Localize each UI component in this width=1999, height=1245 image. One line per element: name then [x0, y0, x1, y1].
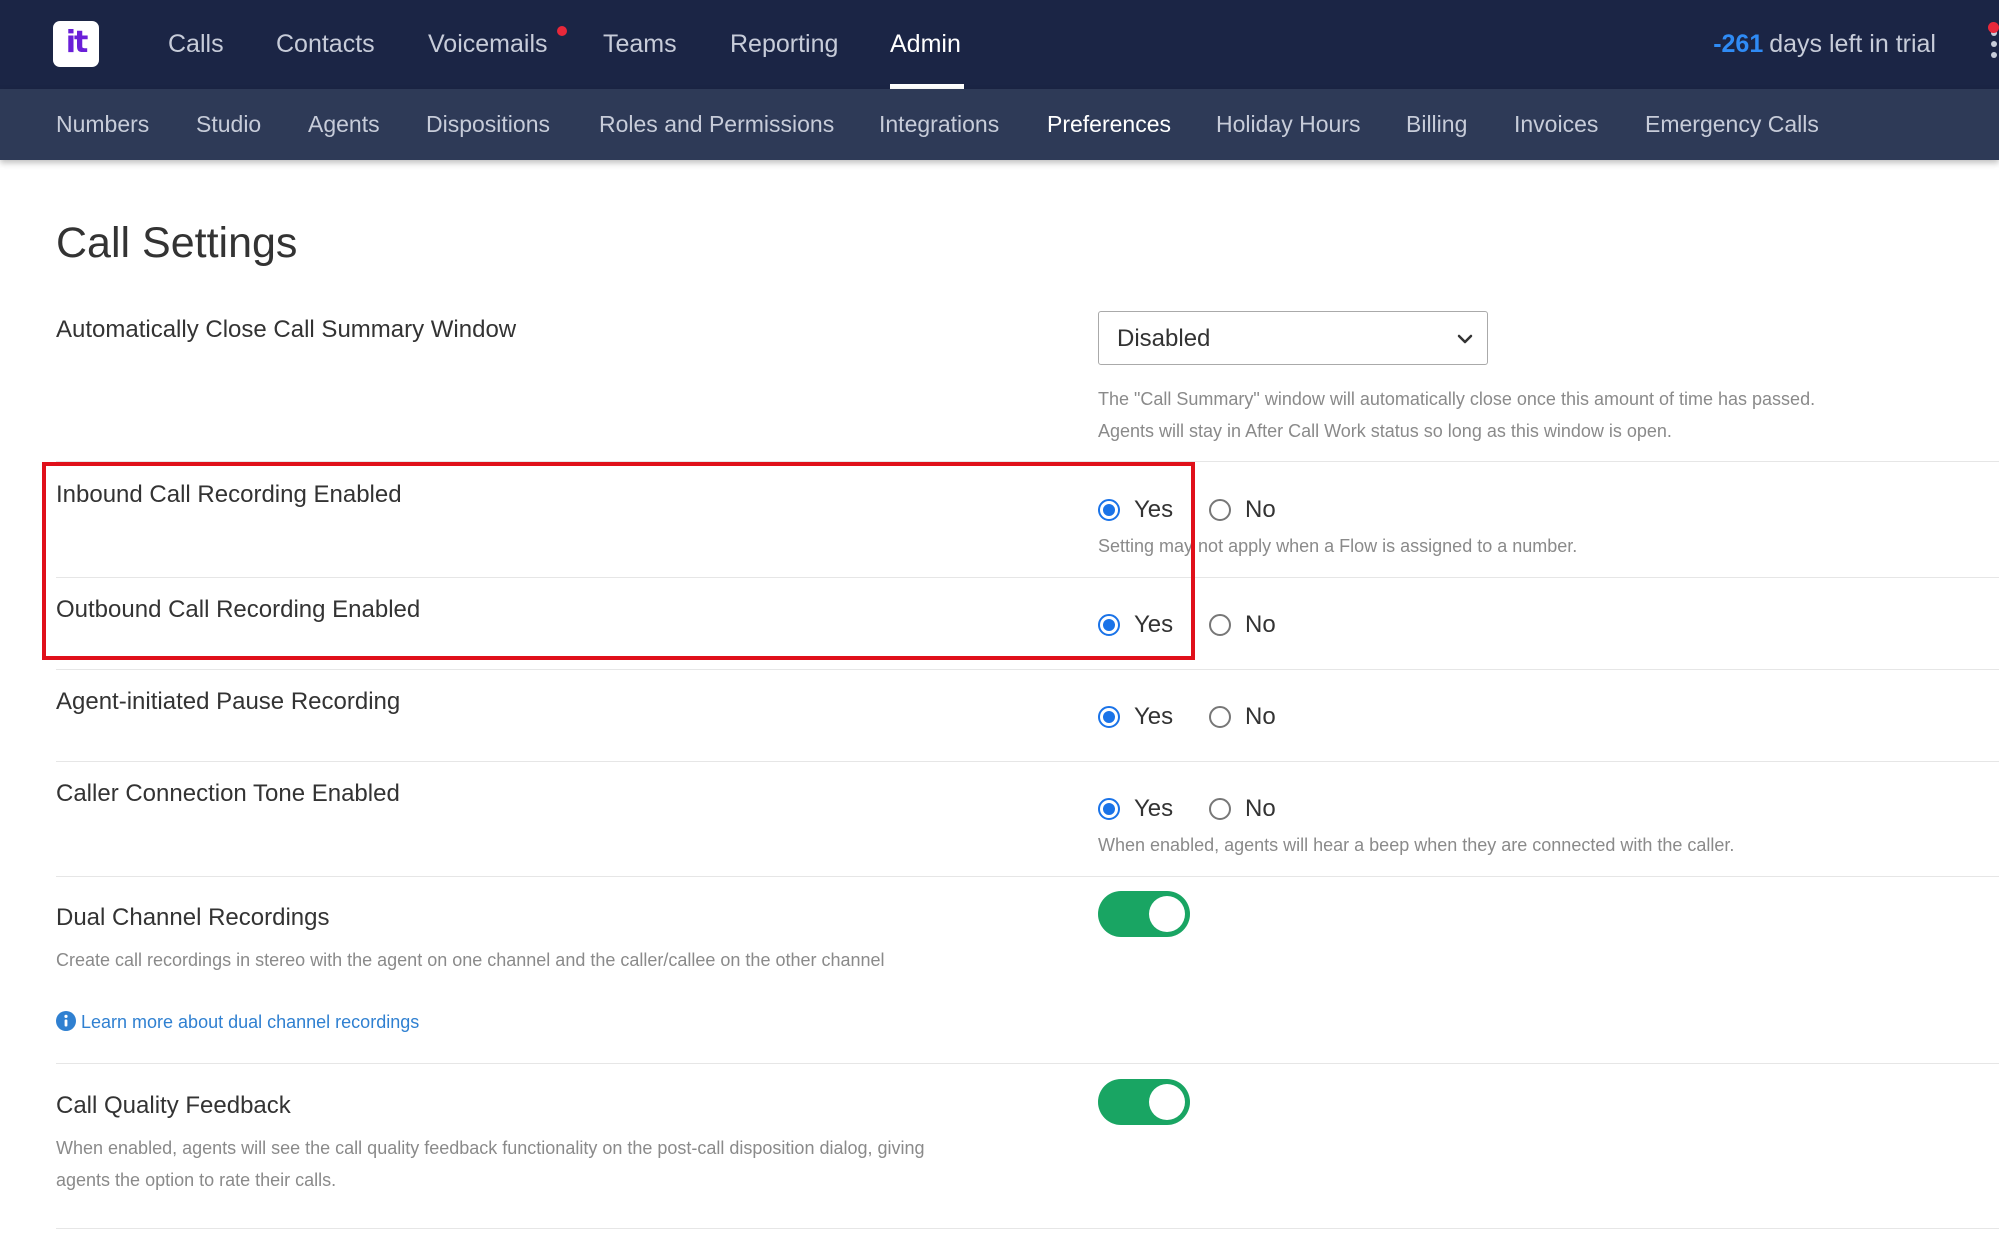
outbound-recording-no-label: No	[1245, 611, 1276, 638]
inbound-recording-no-label: No	[1245, 496, 1276, 523]
quality-feedback-toggle[interactable]	[1098, 1079, 1190, 1125]
app-logo-mark: it	[65, 25, 89, 60]
more-menu-notification-dot	[1988, 22, 1999, 33]
trial-status: -261 days left in trial	[1713, 0, 1936, 89]
connection-tone-yes-radio[interactable]	[1098, 798, 1120, 820]
top-nav-admin-label: Admin	[890, 30, 961, 58]
connection-tone-no-label: No	[1245, 795, 1276, 822]
connection-tone-yes-label: Yes	[1134, 795, 1174, 822]
admin-sub-navigation: Numbers Studio Agents Dispositions Roles…	[0, 89, 1999, 160]
dual-channel-toggle[interactable]	[1098, 891, 1190, 937]
chevron-down-icon	[1457, 334, 1473, 344]
subnav-preferences[interactable]: Preferences	[1047, 89, 1171, 160]
subnav-studio[interactable]: Studio	[196, 89, 261, 160]
quality-feedback-description-line2: agents the option to rate their calls.	[56, 1170, 337, 1190]
pause-recording-no-radio[interactable]	[1209, 706, 1231, 728]
section-divider	[56, 876, 1999, 877]
top-nav-reporting[interactable]: Reporting	[730, 0, 838, 89]
outbound-recording-no-radio[interactable]	[1209, 614, 1231, 636]
section-divider	[56, 1228, 1999, 1229]
dual-channel-label: Dual Channel Recordings	[56, 904, 330, 931]
subnav-billing[interactable]: Billing	[1406, 89, 1467, 160]
trial-days-count: -261	[1713, 30, 1764, 58]
subnav-dispositions[interactable]: Dispositions	[426, 89, 550, 160]
top-navigation-bar: it Calls Contacts Voicemails Teams Repor…	[0, 0, 1999, 89]
connection-tone-help: When enabled, agents will hear a beep wh…	[1098, 835, 1735, 855]
recording-settings-highlight-box	[42, 462, 1195, 660]
trial-days-label: days left in trial	[1769, 30, 1936, 58]
quality-feedback-label: Call Quality Feedback	[56, 1092, 291, 1119]
top-nav-calls[interactable]: Calls	[168, 0, 224, 89]
subnav-emergency-calls[interactable]: Emergency Calls	[1645, 89, 1819, 160]
auto-close-help-line2: Agents will stay in After Call Work stat…	[1098, 421, 1672, 441]
subnav-roles-and-permissions[interactable]: Roles and Permissions	[599, 89, 834, 160]
section-divider	[56, 669, 1999, 670]
dual-channel-toggle-knob	[1149, 896, 1185, 932]
top-nav-voicemails-label: Voicemails	[428, 30, 548, 58]
section-divider	[56, 761, 1999, 762]
pause-recording-yes-radio[interactable]	[1098, 706, 1120, 728]
top-nav-teams[interactable]: Teams	[603, 0, 677, 89]
connection-tone-label: Caller Connection Tone Enabled	[56, 780, 400, 807]
pause-recording-label: Agent-initiated Pause Recording	[56, 688, 401, 715]
voicemail-notification-dot	[557, 26, 567, 36]
dual-channel-learn-more-text: Learn more about dual channel recordings	[81, 1012, 420, 1032]
page-title: Call Settings	[56, 219, 298, 267]
auto-close-label: Automatically Close Call Summary Window	[56, 316, 517, 343]
connection-tone-no-radio[interactable]	[1209, 798, 1231, 820]
app-logo[interactable]: it	[53, 21, 99, 67]
quality-feedback-toggle-knob	[1149, 1084, 1185, 1120]
subnav-holiday-hours[interactable]: Holiday Hours	[1216, 89, 1360, 160]
subnav-invoices[interactable]: Invoices	[1514, 89, 1598, 160]
auto-close-select-value: Disabled	[1117, 325, 1211, 352]
auto-close-select[interactable]: Disabled	[1098, 311, 1488, 365]
subnav-numbers[interactable]: Numbers	[56, 89, 149, 160]
quality-feedback-description-line1: When enabled, agents will see the call q…	[56, 1138, 925, 1158]
pause-recording-yes-label: Yes	[1134, 703, 1174, 730]
subnav-agents[interactable]: Agents	[308, 89, 380, 160]
top-nav-voicemails[interactable]: Voicemails	[428, 0, 567, 89]
pause-recording-no-label: No	[1245, 703, 1276, 730]
top-nav-contacts[interactable]: Contacts	[276, 0, 375, 89]
subnav-integrations[interactable]: Integrations	[879, 89, 999, 160]
top-nav-admin[interactable]: Admin	[890, 0, 964, 89]
dual-channel-description: Create call recordings in stereo with th…	[56, 950, 885, 970]
auto-close-help-line1: The "Call Summary" window will automatic…	[1098, 389, 1816, 409]
info-icon	[56, 1011, 76, 1031]
section-divider	[56, 1063, 1999, 1064]
more-menu-icon[interactable]	[1991, 30, 1999, 60]
inbound-recording-no-radio[interactable]	[1209, 499, 1231, 521]
